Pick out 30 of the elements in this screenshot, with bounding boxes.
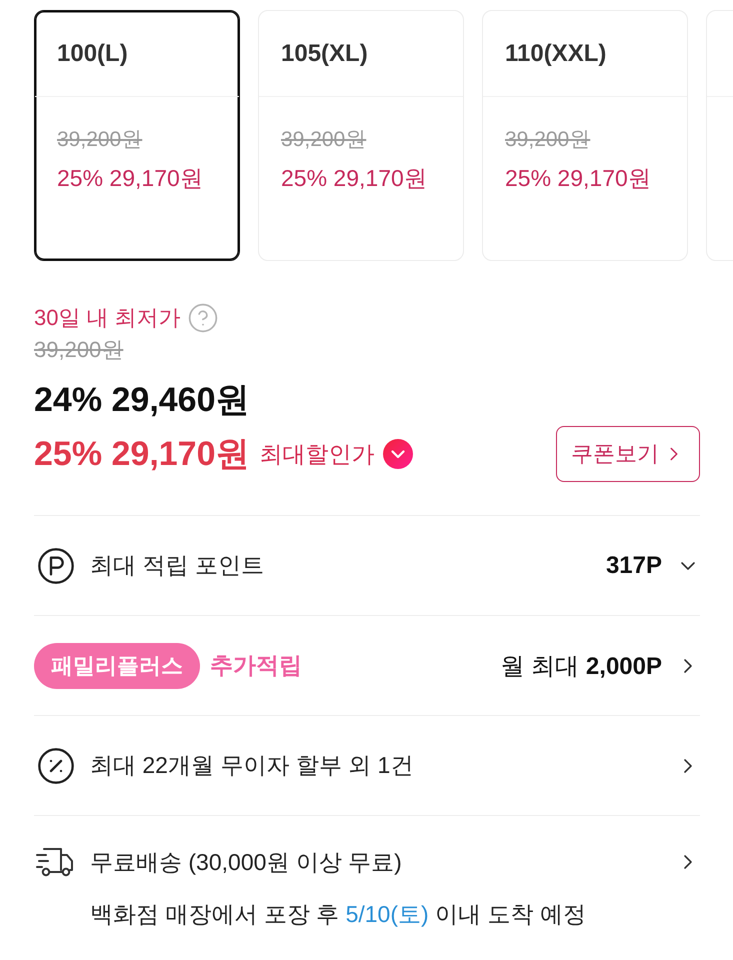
- size-label: 110(XXL): [505, 40, 606, 68]
- size-label: 100(L): [57, 40, 128, 68]
- delivery-note: 백화점 매장에서 포장 후 5/10(토) 이내 도착 예정: [90, 900, 587, 929]
- size-label: 105(XL): [281, 40, 368, 68]
- size-card[interactable]: 100(L) 39,200원 25% 29,170원: [34, 10, 240, 261]
- original-price: 39,200원: [281, 127, 366, 153]
- chevron-circle-icon[interactable]: [382, 439, 412, 469]
- max-discount-label: 최대할인가: [260, 440, 374, 468]
- membership-badge: 패밀리플러스: [34, 642, 200, 688]
- truck-icon: [36, 847, 74, 877]
- sale-price: 25% 29,170원: [505, 164, 651, 193]
- p-circle-icon: [36, 546, 76, 586]
- size-card[interactable]: 110(XXL) 39,200원 25% 29,170원: [482, 10, 688, 261]
- points-value: 317P: [606, 552, 662, 580]
- original-price: 39,200원: [57, 127, 142, 153]
- extra-points-value: 월 최대 2,000P: [500, 652, 662, 682]
- size-card[interactable]: 105(XL) 39,200원 25% 29,170원: [258, 10, 464, 261]
- shipping-label: 무료배송 (30,000원 이상 무료): [90, 848, 402, 877]
- extra-points-label: 추가적립: [210, 651, 302, 680]
- points-label: 최대 적립 포인트: [90, 551, 264, 580]
- max-discount-price: 25% 29,170원: [34, 434, 250, 475]
- sale-price: 25% 29,170원: [281, 164, 427, 193]
- current-price: 24% 29,460원: [34, 380, 250, 421]
- sale-price: 25% 29,170원: [57, 164, 203, 193]
- original-price: 39,200원: [34, 336, 124, 364]
- percent-icon: [36, 746, 76, 786]
- installment-label: 최대 22개월 무이자 할부 외 1건: [90, 751, 414, 780]
- coupon-button[interactable]: 쿠폰보기: [556, 426, 700, 482]
- original-price: 39,200원: [505, 127, 590, 153]
- lowest-price-label: 30일 내 최저가: [34, 304, 181, 332]
